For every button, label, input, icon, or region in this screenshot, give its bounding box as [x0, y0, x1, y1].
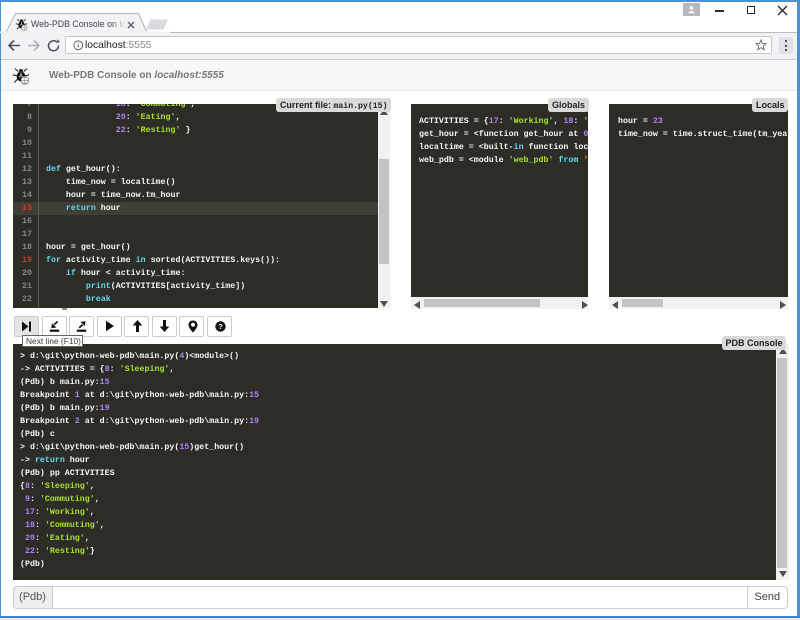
svg-text:?: ? — [218, 322, 223, 331]
